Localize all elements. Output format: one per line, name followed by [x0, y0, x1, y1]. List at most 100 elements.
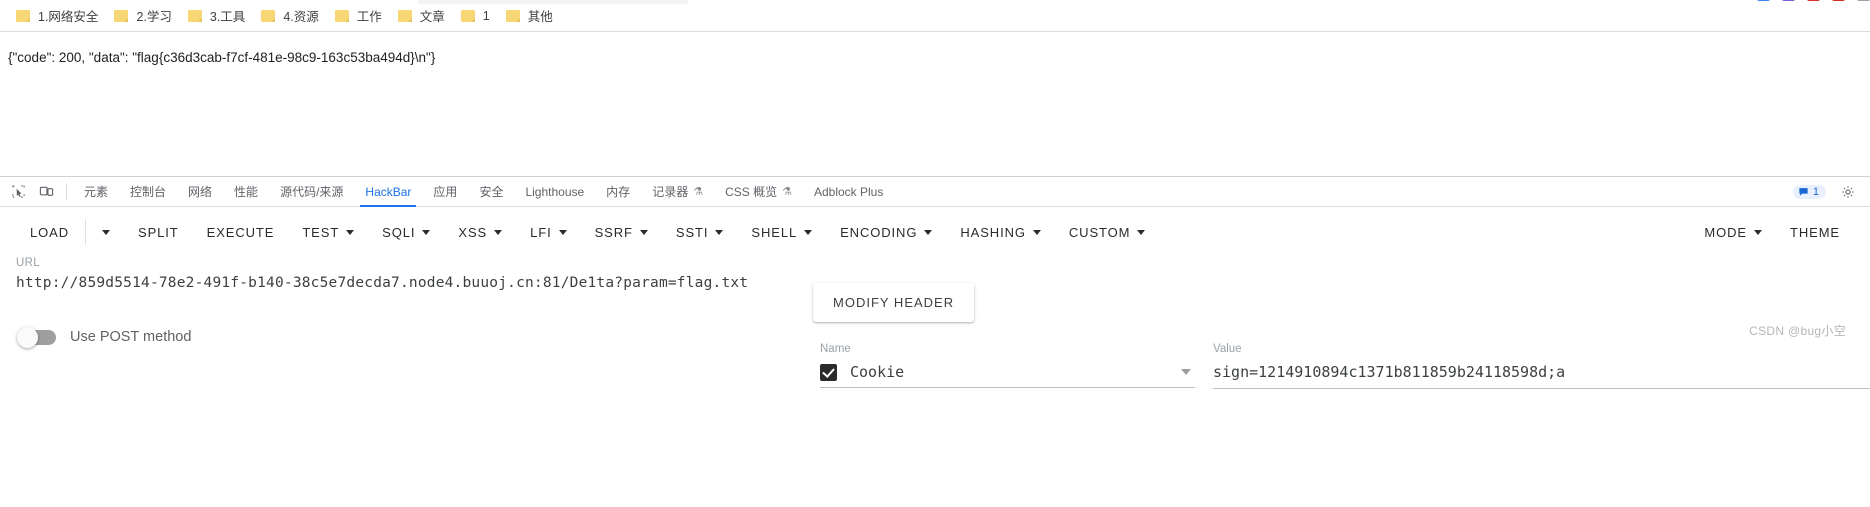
folder-icon	[334, 9, 351, 23]
tab-recorder[interactable]: 记录器 ⚗	[641, 177, 714, 206]
extension-icon-2[interactable]	[1782, 0, 1795, 1]
bookmark-item[interactable]: 3.工具	[180, 2, 253, 29]
bookmark-item[interactable]: 其他	[498, 2, 561, 29]
browser-tab-stub[interactable]	[418, 0, 688, 4]
devtools-panel: 元素 控制台 网络 性能 源代码/来源 HackBar 应用 安全 Lighth…	[0, 176, 1870, 507]
theme-menu[interactable]: THEME	[1776, 217, 1854, 248]
message-badge-icon[interactable]: 1	[1792, 184, 1826, 199]
chevron-down-icon	[1032, 229, 1041, 235]
bookmark-label: 1	[482, 8, 490, 23]
extension-icon-1[interactable]	[1757, 0, 1770, 1]
bookmark-item[interactable]: 1	[453, 5, 498, 27]
bookmark-item[interactable]: 工作	[327, 2, 390, 29]
load-dropdown-button[interactable]	[88, 222, 124, 243]
bookmark-item[interactable]: 4.资源	[253, 2, 326, 29]
header-value-column: Value sign=1214910894c1371b811859b241185…	[1213, 343, 1870, 389]
tab-security[interactable]: 安全	[468, 177, 514, 206]
inspect-element-icon[interactable]	[4, 177, 32, 206]
split-button[interactable]: SPLIT	[124, 217, 193, 248]
tab-elements[interactable]: 元素	[73, 177, 119, 206]
bookmark-item[interactable]: 文章	[390, 2, 453, 29]
toggle-knob	[17, 326, 38, 348]
bookmark-item[interactable]: 1.网络安全	[8, 2, 106, 29]
tab-console[interactable]: 控制台	[119, 177, 177, 206]
button-label: TEST	[302, 224, 340, 240]
header-name-row: Cookie	[820, 363, 1195, 388]
folder-icon	[460, 9, 477, 23]
page-content-area: {"code": 200, "data": "flag{c36d3cab-f7c…	[0, 32, 1870, 176]
chevron-down-icon	[1137, 229, 1146, 235]
button-label: SSTI	[675, 224, 709, 240]
load-button[interactable]: LOAD	[16, 217, 83, 248]
bookmark-label: 1.网络安全	[38, 10, 99, 24]
chevron-down-icon	[1754, 229, 1762, 235]
sqli-menu[interactable]: SQLI	[368, 217, 444, 248]
device-toolbar-icon[interactable]	[32, 177, 60, 206]
watermark-text: CSDN @bug小空	[1749, 324, 1846, 338]
tab-label: Adblock Plus	[813, 184, 884, 199]
header-value-row: sign=1214910894c1371b811859b24118598d;a	[1213, 363, 1870, 389]
tab-label: 控制台	[130, 185, 167, 199]
tabbar-divider	[66, 183, 67, 200]
folder-icon	[187, 9, 204, 23]
ssti-menu[interactable]: SSTI	[662, 217, 738, 248]
tab-application[interactable]: 应用	[422, 177, 468, 206]
gear-icon[interactable]	[1834, 185, 1862, 199]
button-label: XSS	[458, 224, 488, 240]
tab-adblock-plus[interactable]: Adblock Plus	[803, 177, 894, 206]
header-name-input[interactable]: Cookie	[850, 363, 1181, 381]
button-label: LFI	[530, 224, 552, 240]
tab-label: HackBar	[365, 184, 412, 199]
tab-network[interactable]: 网络	[177, 177, 223, 206]
folder-icon	[114, 9, 130, 23]
bookmark-item[interactable]: 2.学习	[106, 2, 179, 29]
custom-menu[interactable]: CUSTOM	[1055, 217, 1160, 248]
button-label: SQLI	[382, 224, 416, 240]
folder-icon	[261, 9, 277, 23]
header-value-input[interactable]: sign=1214910894c1371b811859b24118598d;a	[1213, 363, 1565, 381]
header-enabled-checkbox[interactable]	[820, 363, 837, 381]
modify-header-button[interactable]: MODIFY HEADER	[813, 283, 975, 322]
tab-label: Lighthouse	[525, 184, 585, 199]
hackbar-panel: LOAD SPLIT EXECUTE TEST SQLI XSS LFI SSR…	[0, 207, 1870, 507]
button-label: SPLIT	[138, 224, 179, 240]
button-label: MODE	[1704, 224, 1747, 240]
tab-label: 元素	[84, 185, 109, 199]
hashing-menu[interactable]: HASHING	[946, 217, 1055, 248]
tab-hackbar[interactable]: HackBar	[354, 177, 422, 207]
extension-icon-4[interactable]	[1832, 0, 1845, 1]
tab-sources[interactable]: 源代码/来源	[269, 177, 354, 206]
test-menu[interactable]: TEST	[288, 217, 368, 248]
use-post-method-label: Use POST method	[70, 329, 192, 345]
json-response-text: {"code": 200, "data": "flag{c36d3cab-f7c…	[8, 50, 436, 65]
tab-lighthouse[interactable]: Lighthouse	[514, 177, 595, 206]
url-field-label: URL	[16, 257, 40, 269]
message-count: 1	[1812, 185, 1819, 198]
tab-label: 源代码/来源	[280, 185, 344, 199]
tab-performance[interactable]: 性能	[223, 177, 269, 206]
shell-menu[interactable]: SHELL	[737, 217, 826, 248]
button-label: SHELL	[751, 224, 798, 240]
ssrf-menu[interactable]: SSRF	[581, 217, 662, 248]
button-label: EXECUTE	[206, 224, 275, 240]
chevron-down-icon[interactable]	[1181, 369, 1191, 375]
extension-icon-5[interactable]	[1857, 0, 1870, 1]
chevron-down-icon	[422, 229, 431, 235]
use-post-method-toggle[interactable]	[17, 326, 56, 348]
button-label: HASHING	[960, 224, 1026, 240]
button-label: THEME	[1790, 224, 1840, 240]
beaker-icon: ⚗	[782, 186, 792, 198]
lfi-menu[interactable]: LFI	[516, 217, 580, 248]
extension-icon-3[interactable]	[1807, 0, 1820, 1]
tab-memory[interactable]: 内存	[595, 177, 641, 206]
chevron-down-icon	[924, 229, 933, 235]
hackbar-body: URL http://859d5514-78e2-491f-b140-38c5e…	[0, 257, 1870, 389]
tab-label: 网络	[188, 185, 213, 199]
tab-css-overview[interactable]: CSS 概览 ⚗	[714, 177, 803, 206]
header-name-column: Name Cookie	[820, 343, 1195, 389]
xss-menu[interactable]: XSS	[444, 217, 516, 248]
execute-button[interactable]: EXECUTE	[193, 217, 289, 248]
mode-menu[interactable]: MODE	[1690, 217, 1776, 248]
encoding-menu[interactable]: ENCODING	[826, 217, 946, 248]
folder-icon	[397, 9, 414, 23]
